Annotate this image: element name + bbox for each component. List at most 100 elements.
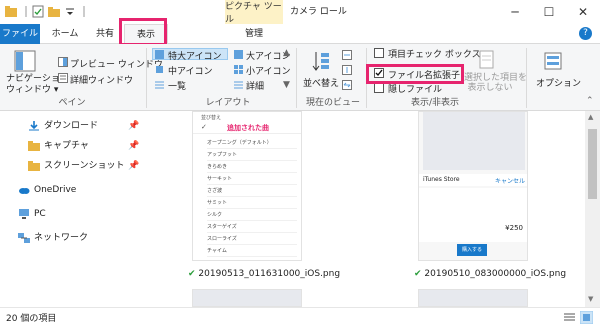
preview-pane-button[interactable]: プレビュー ウィンドウ: [70, 57, 163, 70]
scrollbar-thumb[interactable]: [588, 129, 597, 199]
cloud-icon: [19, 188, 30, 194]
medium-icons-option[interactable]: 中アイコン: [168, 64, 213, 77]
preview-row: チャイム: [207, 246, 297, 257]
vertical-scrollbar[interactable]: ▲ ▼: [585, 111, 600, 307]
layout-more-icon[interactable]: ▼: [283, 80, 290, 90]
tab-manage[interactable]: 管理: [232, 24, 276, 44]
ribbon-divider: [146, 48, 147, 108]
sort-by-button[interactable]: 並べ替え: [303, 76, 339, 89]
navigation-pane: ダウンロード 📌 キャプチャ 📌 スクリーンショット 📌 OneDrive PC…: [0, 111, 150, 307]
file-name-2[interactable]: ✔ 20190510_083000000_iOS.png: [414, 269, 566, 279]
help-button[interactable]: ?: [579, 27, 592, 40]
properties-check-icon[interactable]: [32, 5, 44, 18]
thumbnail-1[interactable]: 並び替え ✓ 追加された曲 オープニング（デフォルト） アップフット きらめき サーキ…: [192, 111, 302, 261]
extra-large-icons-option[interactable]: 特大アイコン: [168, 49, 222, 62]
network-icon: [18, 233, 30, 243]
pin-icon: 📌: [128, 121, 140, 131]
preview-row: オープニング（デフォルト）: [207, 138, 297, 149]
sort-icon[interactable]: [311, 50, 331, 72]
close-button[interactable]: ✕: [566, 0, 600, 24]
preview-price: ¥250: [505, 224, 523, 232]
preview-pane-icon: [58, 57, 68, 67]
preview-store: iTunes Store: [423, 176, 460, 183]
item-checkboxes-checkbox[interactable]: [374, 48, 384, 58]
options-button[interactable]: オプション: [536, 76, 581, 89]
thumbnail-4[interactable]: [418, 289, 528, 307]
maximize-button[interactable]: ☐: [532, 0, 566, 24]
nav-item-capture[interactable]: キャプチャ 📌: [0, 137, 150, 155]
pin-icon: 📌: [128, 161, 140, 171]
add-columns-icon[interactable]: [342, 65, 352, 75]
tab-file[interactable]: ファイル: [0, 24, 40, 44]
item-checkboxes-label: 項目チェック ボックス: [388, 50, 481, 60]
scroll-up-icon[interactable]: ▲: [588, 113, 593, 121]
title-bar: ピクチャ ツール カメラ ロール ─ ☐ ✕: [0, 0, 600, 25]
nav-label: OneDrive: [34, 185, 77, 195]
list-option[interactable]: 一覧: [168, 79, 186, 92]
preview-header: 並び替え: [201, 115, 222, 121]
check-icon: ✓: [201, 123, 207, 131]
preview-row: スターゲイズ: [207, 222, 297, 233]
preview-purchase-sheet: ¥250: [419, 188, 527, 242]
preview-row: シルク: [207, 210, 297, 221]
large-icons-view-toggle-icon[interactable]: [580, 311, 593, 324]
file-name-label: 20190510_083000000_iOS.png: [424, 269, 567, 279]
hide-selected-label-2: 表示しない: [467, 83, 513, 93]
details-pane-button[interactable]: 詳細ウィンドウ: [70, 73, 133, 86]
preview-top-area: [423, 112, 525, 170]
nav-label: キャプチャ: [44, 141, 89, 151]
group-by-icon[interactable]: [342, 50, 352, 60]
pin-icon: 📌: [128, 141, 140, 151]
large-icons-icon: [234, 50, 243, 59]
sync-ok-icon: ✔: [414, 269, 422, 279]
navigation-pane-icon[interactable]: [14, 50, 36, 72]
preview-row: きらめき: [207, 162, 297, 173]
nav-item-pc[interactable]: PC: [0, 205, 150, 223]
hide-selected-icon[interactable]: [478, 50, 496, 70]
preview-cancel: キャンセル: [494, 178, 525, 185]
hidden-items-checkbox[interactable]: [374, 83, 384, 93]
file-name-1[interactable]: ✔ 20190513_011631000_iOS.png: [188, 269, 340, 279]
collapse-ribbon-icon[interactable]: ⌃: [586, 96, 594, 106]
computer-icon: [19, 209, 29, 219]
options-icon[interactable]: [543, 50, 563, 72]
tab-home[interactable]: ホーム: [45, 24, 85, 44]
nav-label: ネットワーク: [34, 233, 89, 243]
minimize-button[interactable]: ─: [498, 0, 532, 24]
window-title: カメラ ロール: [290, 7, 347, 17]
nav-item-onedrive[interactable]: OneDrive: [0, 181, 150, 199]
separator-icon: [25, 6, 27, 17]
medium-icons-icon: [156, 66, 163, 73]
download-icon: [29, 121, 39, 131]
preview-store-bar: iTunes Store キャンセル: [419, 174, 527, 186]
thumbnail-3[interactable]: [192, 289, 302, 307]
ribbon-divider-2: [296, 48, 297, 108]
size-columns-icon[interactable]: [342, 80, 352, 90]
file-extension-highlight: [366, 64, 464, 84]
thumbnail-2[interactable]: iTunes Store キャンセル ¥250 購入する: [418, 111, 528, 261]
extra-large-icons-icon: [155, 50, 164, 59]
pane-group-label: ペイン: [58, 98, 86, 108]
details-view-toggle-icon[interactable]: [564, 312, 575, 323]
details-pane-icon: [58, 73, 68, 83]
preview-row: アップフット: [207, 150, 297, 161]
nav-item-screenshots[interactable]: スクリーンショット 📌: [0, 157, 150, 175]
nav-item-downloads[interactable]: ダウンロード 📌: [0, 117, 150, 135]
details-view-icon: [234, 81, 243, 89]
layout-scroll-up-icon[interactable]: ▲: [283, 48, 290, 58]
tab-share[interactable]: 共有: [88, 24, 122, 44]
new-folder-icon[interactable]: [48, 5, 60, 18]
sync-ok-icon: ✔: [188, 269, 196, 279]
quick-access-dropdown-icon[interactable]: [64, 5, 76, 18]
hide-selected-button[interactable]: 選択した項目を 表示しない: [464, 73, 527, 93]
preview-highlight-text: 追加された曲: [227, 124, 269, 132]
scroll-down-icon[interactable]: ▼: [588, 295, 593, 303]
list-icon: [155, 81, 164, 89]
preview-row: サーキット: [207, 174, 297, 185]
navigation-pane-button[interactable]: ナビゲーション ウィンドウ ▾: [6, 74, 69, 96]
details-option[interactable]: 詳細: [246, 79, 264, 92]
small-icons-option[interactable]: 小アイコン: [246, 64, 291, 77]
nav-item-network[interactable]: ネットワーク: [0, 229, 150, 247]
folder-icon: [28, 161, 40, 171]
navigation-pane-label-2: ウィンドウ ▾: [6, 85, 59, 95]
